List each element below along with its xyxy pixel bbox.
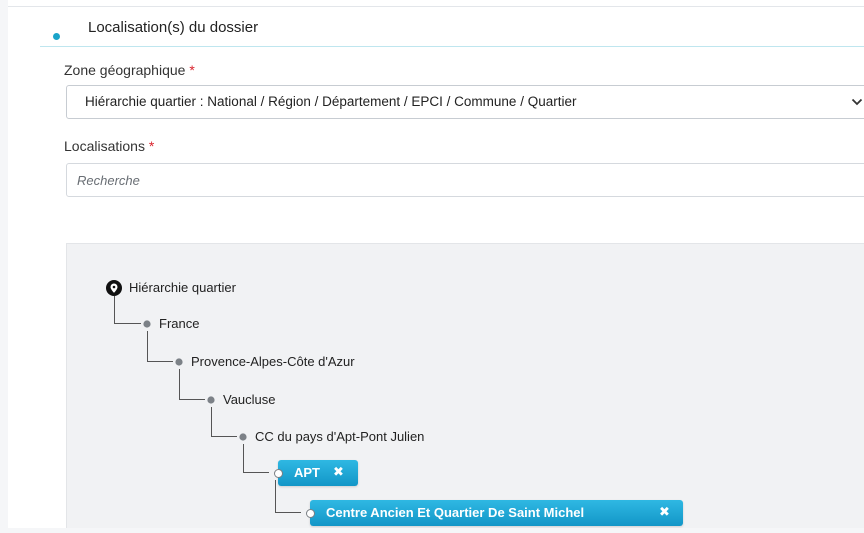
localisations-search-input[interactable] <box>66 163 864 197</box>
tag-label: Centre Ancien Et Quartier De Saint Miche… <box>326 505 585 520</box>
zone-label: Zone géographique * <box>64 62 195 78</box>
remove-tag-icon[interactable]: ✖ <box>333 464 344 480</box>
tree-root-label[interactable]: Hiérarchie quartier <box>129 280 236 295</box>
remove-tag-icon[interactable]: ✖ <box>659 504 670 520</box>
tag-label: APT <box>294 465 320 480</box>
tag-connector-knob <box>274 469 283 478</box>
tree-node-label[interactable]: Vaucluse <box>223 392 276 407</box>
localisation-tree: Hiérarchie quartier France Provence-Alpe… <box>66 243 864 528</box>
tree-node-dot <box>207 396 215 404</box>
localisations-label-text: Localisations <box>64 138 145 154</box>
tree-node-dot <box>175 358 183 366</box>
required-mark: * <box>148 138 155 154</box>
zone-select[interactable]: Hiérarchie quartier : National / Région … <box>66 85 864 119</box>
top-divider <box>8 6 864 7</box>
chevron-down-icon[interactable] <box>851 97 863 107</box>
selected-tag-centre-ancien[interactable]: Centre Ancien Et Quartier De Saint Miche… <box>306 500 683 526</box>
section-header: Localisation(s) du dossier <box>40 16 864 47</box>
required-mark: * <box>189 62 195 78</box>
tree-node-label[interactable]: France <box>159 316 199 331</box>
section-title: Localisation(s) du dossier <box>88 19 259 36</box>
bullet-dot-icon <box>53 33 60 40</box>
tag-connector-knob <box>306 509 315 518</box>
selected-tag-apt[interactable]: APT ✖ <box>274 460 358 486</box>
tree-node-label[interactable]: CC du pays d'Apt-Pont Julien <box>255 429 424 444</box>
dossier-localisation-panel: Localisation(s) du dossier Zone géograph… <box>8 0 864 528</box>
localisations-label: Localisations * <box>64 138 154 154</box>
tree-node-dot <box>239 433 247 441</box>
map-marker-icon <box>106 280 122 296</box>
tree-node-dot <box>143 320 151 328</box>
tree-node-label[interactable]: Provence-Alpes-Côte d'Azur <box>191 354 355 369</box>
zone-select-value: Hiérarchie quartier : National / Région … <box>85 94 577 109</box>
zone-label-text: Zone géographique <box>64 62 186 78</box>
